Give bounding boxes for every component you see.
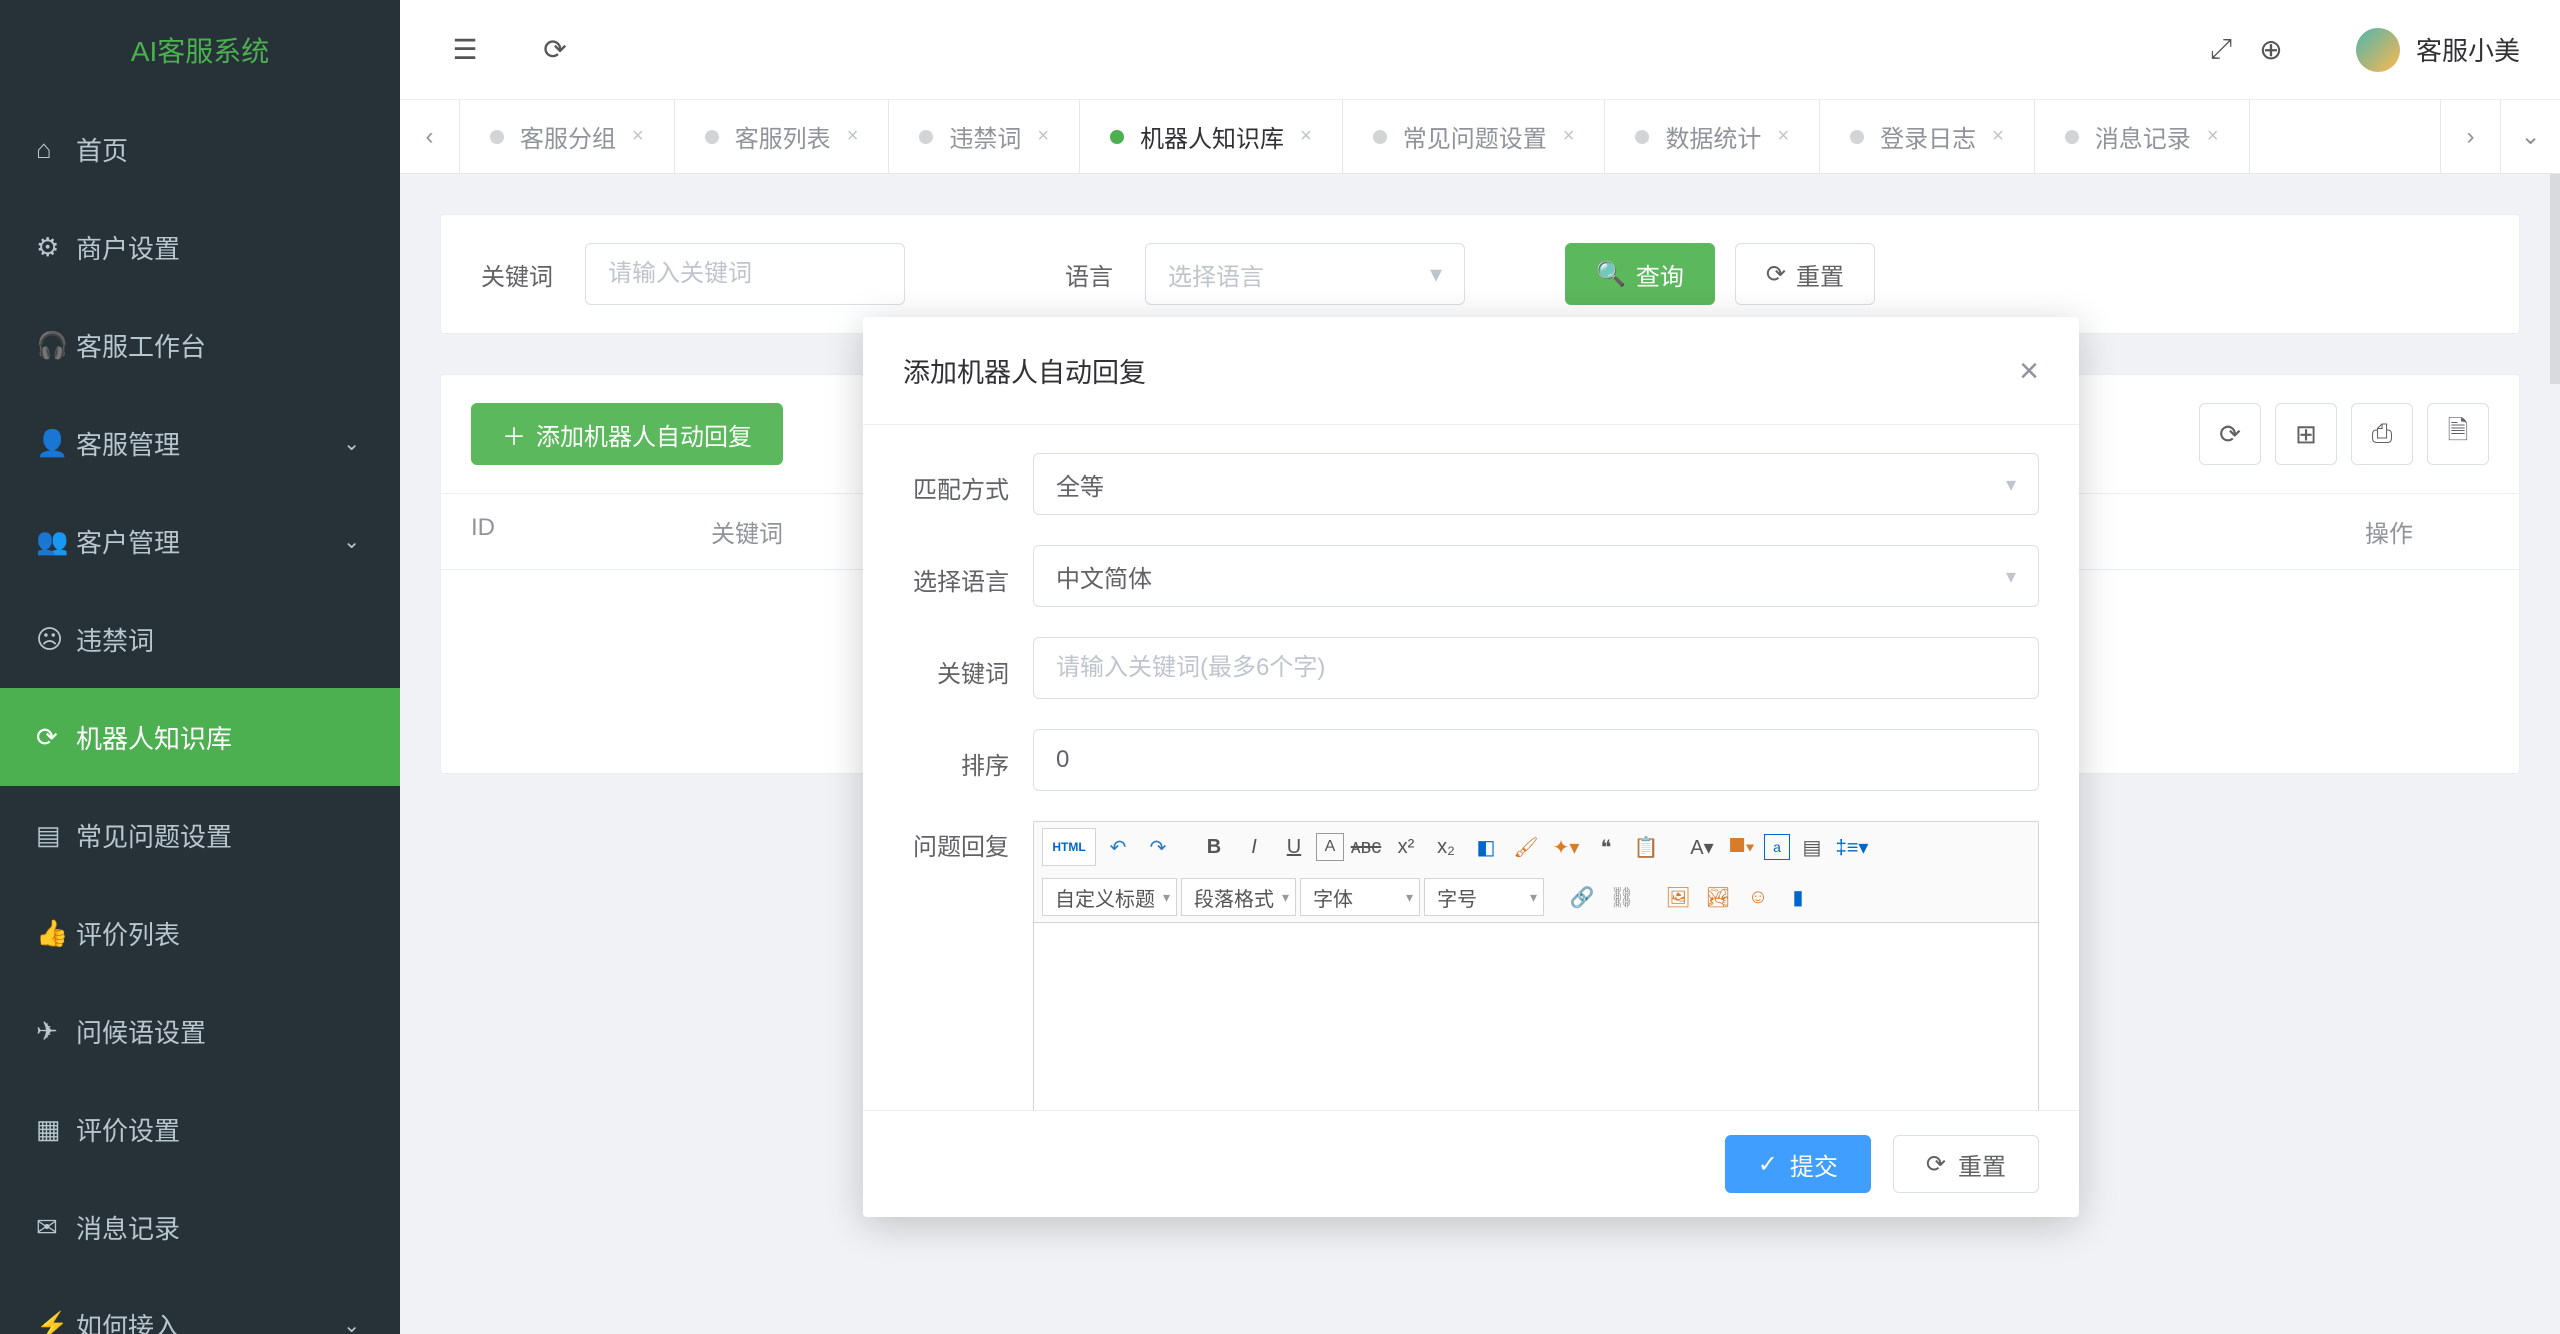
modal-reset-button[interactable]: ⟳ 重置 bbox=[1893, 1135, 2039, 1193]
submit-label: 提交 bbox=[1790, 1147, 1838, 1182]
font-family-select[interactable]: 字体▾ bbox=[1300, 878, 1420, 916]
blockquote-button[interactable]: ❝ bbox=[1588, 829, 1624, 865]
format-painter-button[interactable]: 🖌 bbox=[1508, 829, 1544, 865]
match-mode-select[interactable]: 全等 ▾ bbox=[1033, 453, 2039, 515]
sort-label: 排序 bbox=[903, 740, 1033, 781]
paragraph-format-select[interactable]: 段落格式▾ bbox=[1181, 878, 1296, 916]
unlink-button[interactable]: ⛓ bbox=[1604, 879, 1640, 915]
underline-button[interactable]: U bbox=[1276, 829, 1312, 865]
emoji-button[interactable]: ☺ bbox=[1740, 879, 1776, 915]
rich-text-editor: HTML ↶ ↷ B I U A ᴀʙᴄ x² x₂ ◧ 🖌 ✦▾ bbox=[1033, 821, 2039, 1110]
font-color-button[interactable]: A▾ bbox=[1684, 829, 1720, 865]
bg-color-button[interactable]: ⯀▾ bbox=[1724, 829, 1760, 865]
add-auto-reply-modal: 添加机器人自动回复 × 匹配方式 全等 ▾ 选择语言 中文简体 ▾ 关键词 bbox=[863, 317, 2079, 1217]
modal-keyword-label: 关键词 bbox=[903, 648, 1033, 689]
modal-language-label: 选择语言 bbox=[903, 556, 1033, 597]
undo-button[interactable]: ↶ bbox=[1100, 829, 1136, 865]
video-button[interactable]: ▮ bbox=[1780, 879, 1816, 915]
superscript-button[interactable]: x² bbox=[1388, 829, 1424, 865]
link-button[interactable]: 🔗 bbox=[1564, 879, 1600, 915]
modal-title: 添加机器人自动回复 bbox=[903, 351, 2019, 390]
redo-button[interactable]: ↷ bbox=[1140, 829, 1176, 865]
submit-button[interactable]: ✓ 提交 bbox=[1725, 1135, 1871, 1193]
bold-button[interactable]: B bbox=[1196, 829, 1232, 865]
editor-toolbar: HTML ↶ ↷ B I U A ᴀʙᴄ x² x₂ ◧ 🖌 ✦▾ bbox=[1034, 822, 2038, 923]
eraser-button[interactable]: ◧ bbox=[1468, 829, 1504, 865]
html-source-button[interactable]: HTML bbox=[1051, 829, 1087, 865]
reply-label: 问题回复 bbox=[903, 821, 1033, 862]
image-upload-button[interactable]: 🏞 bbox=[1700, 879, 1736, 915]
line-height-button[interactable]: ‡≡▾ bbox=[1834, 829, 1870, 865]
chevron-down-icon: ▾ bbox=[2006, 472, 2016, 497]
match-mode-value: 全等 bbox=[1056, 467, 1104, 502]
check-icon: ✓ bbox=[1758, 1150, 1778, 1179]
modal-language-select[interactable]: 中文简体 ▾ bbox=[1033, 545, 2039, 607]
chevron-down-icon: ▾ bbox=[2006, 564, 2016, 589]
font-size-select[interactable]: 字号▾ bbox=[1424, 878, 1544, 916]
modal-reset-label: 重置 bbox=[1958, 1147, 2006, 1182]
refresh-icon: ⟳ bbox=[1926, 1150, 1946, 1179]
custom-heading-select[interactable]: 自定义标题▾ bbox=[1042, 878, 1177, 916]
image-button[interactable]: 🖼 bbox=[1660, 879, 1696, 915]
case-button[interactable]: a bbox=[1764, 834, 1790, 860]
sort-input[interactable] bbox=[1033, 729, 2039, 791]
modal-language-value: 中文简体 bbox=[1056, 559, 1152, 594]
strike-button[interactable]: ᴀʙᴄ bbox=[1348, 829, 1384, 865]
italic-button[interactable]: I bbox=[1236, 829, 1272, 865]
paste-button[interactable]: 📋 bbox=[1628, 829, 1664, 865]
editor-content[interactable] bbox=[1034, 923, 2038, 1110]
modal-keyword-input[interactable] bbox=[1033, 637, 2039, 699]
subscript-button[interactable]: x₂ bbox=[1428, 829, 1464, 865]
indent-button[interactable]: ▤ bbox=[1794, 829, 1830, 865]
clear-format-button[interactable]: ✦▾ bbox=[1548, 829, 1584, 865]
close-icon[interactable]: × bbox=[2019, 354, 2039, 388]
match-mode-label: 匹配方式 bbox=[903, 464, 1033, 505]
forecolor-button[interactable]: A bbox=[1316, 833, 1344, 861]
